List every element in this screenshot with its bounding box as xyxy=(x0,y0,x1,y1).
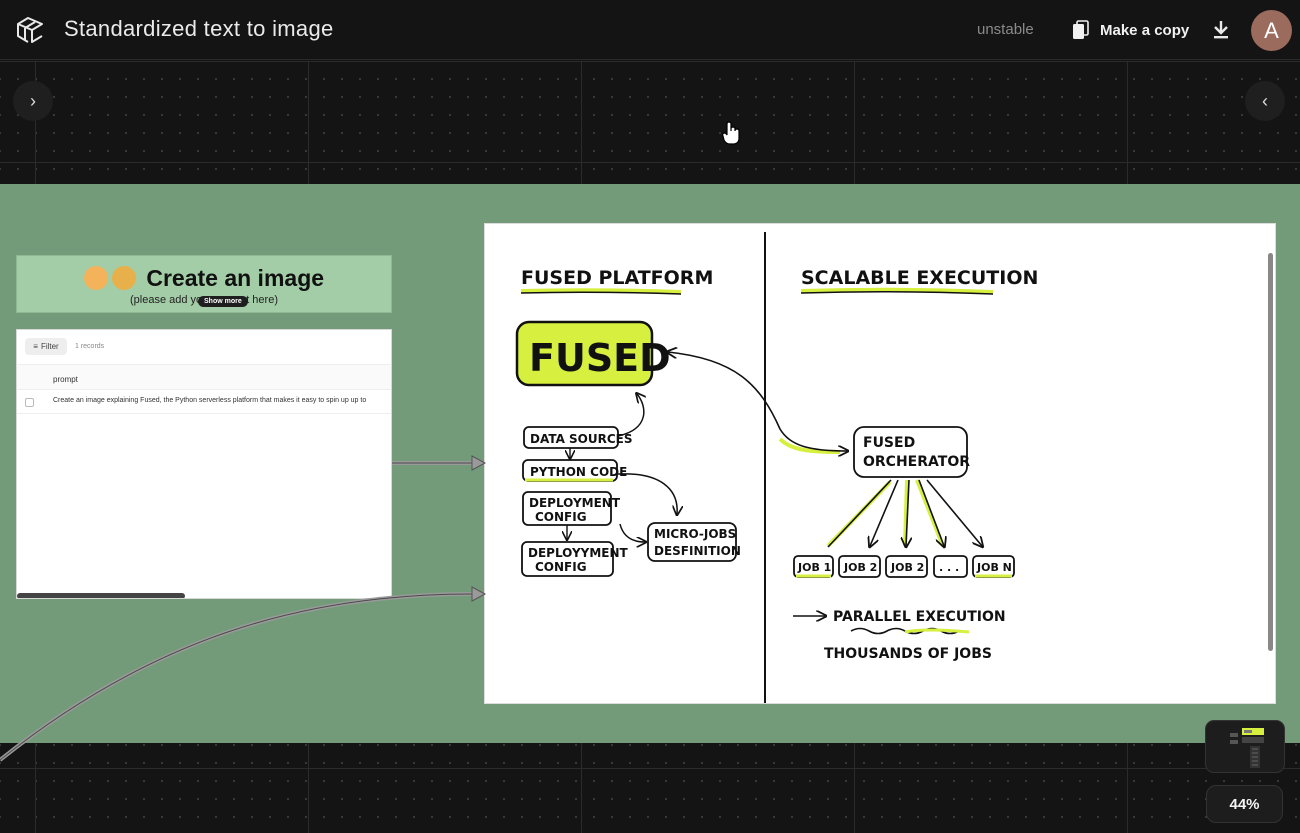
header-node-title: Create an image xyxy=(17,265,391,292)
status-badge: unstable xyxy=(977,21,1034,38)
python-code-label: PYTHON CODE xyxy=(530,465,627,479)
micro-jobs-label-1: MICRO-JOBS xyxy=(654,527,736,541)
download-icon[interactable] xyxy=(1210,18,1232,42)
filter-icon: ≡ xyxy=(33,342,38,351)
left-title: FUSED PLATFORM xyxy=(521,267,713,289)
face-emoji-icon xyxy=(83,266,108,290)
generated-image-node[interactable]: FUSED PLATFORM SCALABLE EXECUTION FUSED … xyxy=(484,223,1276,704)
prompt-cell: Create an image explaining Fused, the Py… xyxy=(53,397,367,404)
job-label-3: JOB 2 xyxy=(890,561,924,574)
horizontal-scrollbar[interactable] xyxy=(17,593,185,598)
column-header-prompt[interactable]: prompt xyxy=(53,375,78,384)
zoom-level-button[interactable]: 44% xyxy=(1206,785,1283,823)
expand-left-panel-button[interactable]: › xyxy=(13,81,53,121)
prompt-header-node[interactable]: Create an image (please add your prompt … xyxy=(16,255,392,313)
copy-icon xyxy=(1073,20,1089,39)
table-header: prompt xyxy=(17,364,391,390)
job-label-2: JOB 2 xyxy=(843,561,877,574)
table-row[interactable]: Create an image explaining Fused, the Py… xyxy=(17,390,391,414)
deployyment-label-1: DEPLOYYMENT xyxy=(528,546,629,560)
minimap[interactable] xyxy=(1205,720,1285,773)
right-title: SCALABLE EXECUTION xyxy=(801,267,1038,289)
show-more-button[interactable]: Show more xyxy=(198,296,248,307)
expand-right-panel-button[interactable]: ‹ xyxy=(1245,81,1285,121)
orchestrator-label-1: FUSED xyxy=(863,435,915,451)
fused-diagram-image: FUSED PLATFORM SCALABLE EXECUTION FUSED … xyxy=(515,232,1038,703)
deployment-label-2: CONFIG xyxy=(535,510,587,524)
filter-button[interactable]: ≡ Filter xyxy=(25,338,67,355)
job-label-1: JOB 1 xyxy=(797,561,831,574)
deployyment-label-2: CONFIG xyxy=(535,560,587,574)
header-node-title-text: Create an image xyxy=(146,265,325,291)
make-copy-button[interactable]: Make a copy xyxy=(1072,18,1189,42)
top-bar: Standardized text to image unstable Make… xyxy=(0,0,1300,60)
parallel-label: PARALLEL EXECUTION xyxy=(833,609,1006,625)
data-sources-label: DATA SOURCES xyxy=(530,432,633,446)
prompt-table-node[interactable]: ≡ Filter 1 records prompt Create an imag… xyxy=(16,329,392,599)
filter-label: Filter xyxy=(40,342,59,351)
image-scrollbar[interactable] xyxy=(1268,253,1273,651)
micro-jobs-label-2: DESFINITION xyxy=(654,544,741,558)
job-label-5: JOB N xyxy=(976,561,1012,574)
make-copy-label: Make a copy xyxy=(1100,21,1190,39)
fused-logo-icon[interactable] xyxy=(14,14,46,46)
palette-emoji-icon xyxy=(111,266,136,290)
minimap-preview-icon xyxy=(1230,728,1264,768)
avatar[interactable]: A xyxy=(1251,10,1292,51)
row-checkbox[interactable] xyxy=(25,398,34,407)
chevron-right-icon: › xyxy=(30,90,36,111)
deployment-label-1: DEPLOYMENT xyxy=(529,496,621,510)
fused-box-label: FUSED xyxy=(529,336,671,380)
hand-cursor-icon xyxy=(722,121,740,145)
records-count: 1 records xyxy=(75,343,105,350)
thousands-label: THOUSANDS OF JOBS xyxy=(824,646,992,662)
page-title: Standardized text to image xyxy=(64,16,334,41)
orchestrator-label-2: ORCHERATOR xyxy=(863,454,970,470)
chevron-left-icon: ‹ xyxy=(1262,90,1268,111)
job-label-4: . . . xyxy=(939,561,959,574)
